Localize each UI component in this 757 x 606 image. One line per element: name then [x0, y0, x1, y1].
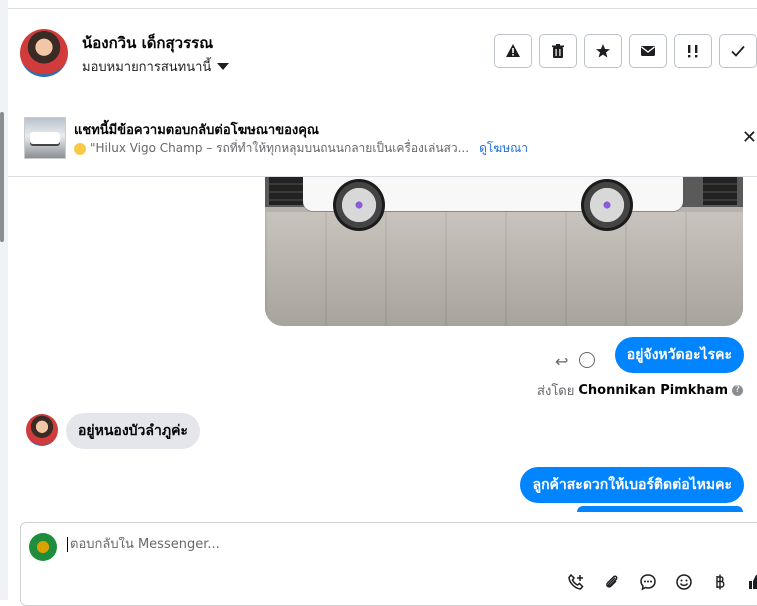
wheel	[333, 179, 385, 231]
ad-text: "Hilux Vigo Champ – รถที่ทำให้ทุกหลุมบนถ…	[90, 141, 470, 155]
attachment-icon[interactable]	[601, 571, 623, 593]
add-call-icon[interactable]	[565, 571, 587, 593]
checkmark-icon	[731, 45, 745, 57]
trash-icon	[552, 44, 564, 58]
alert-button[interactable]	[494, 34, 532, 68]
composer-tools	[565, 571, 757, 593]
sender-name: Chonnikan Pimkham	[578, 383, 728, 398]
star-icon	[596, 44, 610, 58]
close-icon[interactable]: ✕	[742, 127, 757, 148]
baht-payment-icon[interactable]	[709, 571, 731, 593]
emoji-picker-icon[interactable]	[673, 571, 695, 593]
thumbs-up-icon[interactable]	[745, 571, 757, 593]
ad-description: "Hilux Vigo Champ – รถที่ทำให้ทุกหลุมบนถ…	[74, 139, 528, 158]
composer	[20, 522, 757, 606]
message-bubble-partial	[577, 506, 743, 512]
delete-button[interactable]	[539, 34, 577, 68]
emoji-icon	[74, 142, 86, 155]
sent-by: ส่งโดย Chonnikan Pimkham ?	[537, 380, 743, 401]
scrollbar[interactable]	[0, 112, 4, 242]
message-bubble-outgoing[interactable]: ลูกค้าสะดวกให้เบอร์ติดต่อไหมคะ	[520, 467, 744, 503]
page-avatar	[29, 533, 57, 561]
shared-car-photo[interactable]	[265, 177, 743, 326]
contact-avatar-small[interactable]	[26, 414, 58, 446]
photo-floor	[265, 212, 743, 326]
assign-conversation-dropdown[interactable]: มอบหมายการสนทนานี้	[82, 56, 230, 77]
reply-icon[interactable]: ↩	[555, 352, 568, 371]
tire-stack	[269, 177, 303, 205]
follow-up-button[interactable]	[674, 34, 712, 68]
saved-replies-icon[interactable]	[637, 571, 659, 593]
wheel	[581, 179, 633, 231]
view-ad-link[interactable]: ดูโฆษณา	[479, 139, 528, 158]
caret-down-icon	[217, 63, 230, 70]
banner-title: แชทนี้มีข้อความตอบกลับต่อโฆษณาของคุณ	[74, 123, 319, 138]
reply-input[interactable]	[67, 537, 670, 552]
conversation-header: น้องกวิน เด็กสุวรรณ มอบหมายการสนทนานี้	[8, 8, 757, 98]
ad-thumbnail[interactable]	[24, 117, 66, 159]
tire-stack	[703, 177, 737, 205]
mail-button[interactable]	[629, 34, 667, 68]
contact-avatar[interactable]	[20, 29, 68, 77]
info-icon[interactable]: ?	[732, 385, 743, 396]
sent-by-prefix: ส่งโดย	[537, 384, 575, 399]
mail-icon	[641, 46, 655, 56]
header-actions	[494, 34, 757, 68]
mark-done-button[interactable]	[719, 34, 757, 68]
message-bubble-incoming[interactable]: อยู่หนองบัวลำภูค่ะ	[66, 413, 200, 449]
contact-name[interactable]: น้องกวิน เด็กสุวรรณ	[82, 31, 213, 55]
message-bubble-outgoing[interactable]: อยู่จังหวัดอะไรคะ	[614, 337, 744, 373]
assign-label: มอบหมายการสนทนานี้	[82, 60, 212, 75]
ad-reply-banner: แชทนี้มีข้อความตอบกลับต่อโฆษณาของคุณ "Hi…	[8, 97, 757, 177]
star-button[interactable]	[584, 34, 622, 68]
react-emoji-icon[interactable]	[579, 352, 595, 368]
exclamation-icon	[688, 45, 698, 58]
warning-icon	[506, 44, 520, 57]
left-edge	[0, 0, 8, 600]
